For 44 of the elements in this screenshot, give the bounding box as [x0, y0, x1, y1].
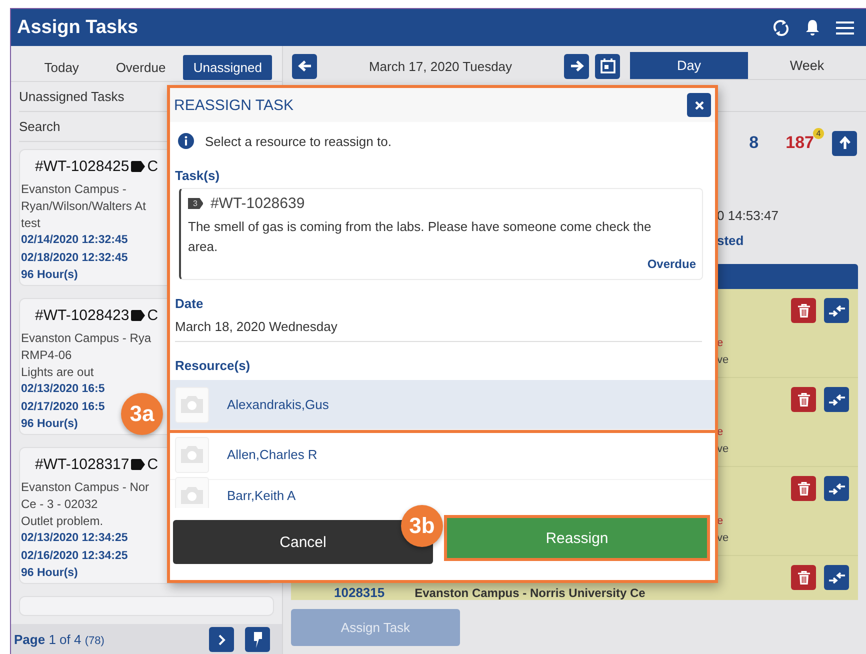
task-duration: 96 Hour(s): [21, 566, 78, 581]
task-text: Evanston Campus - Rya: [21, 330, 152, 347]
dialog-title: REASSIGN TASK: [174, 96, 294, 114]
task-duration: 96 Hour(s): [21, 268, 78, 283]
task-code: C: [147, 158, 158, 174]
task-date: 02/13/2020 12:34:25: [21, 531, 128, 546]
current-date: March 17, 2020 Tuesday: [368, 58, 514, 74]
task-number: 1028315: [334, 585, 385, 601]
task-text: test: [21, 215, 40, 232]
task-id: #WT-1028317: [35, 456, 130, 472]
task-date: 02/14/2020 12:32:45: [21, 233, 128, 248]
overdue-count: 187: [786, 133, 814, 153]
row-note-text: ve: [717, 353, 730, 368]
task-status: Overdue: [647, 257, 696, 271]
task-duration: 96 Hour(s): [21, 417, 78, 432]
task-count: 8: [749, 133, 759, 153]
row-note-text: ve: [717, 442, 730, 457]
task-location: Evanston Campus - Norris University Ce: [414, 585, 646, 601]
status-text: sted: [717, 233, 744, 248]
task-text: Outlet problem.: [21, 513, 104, 530]
info-text: Select a resource to reassign to.: [205, 134, 392, 148]
section-label: Task(s): [174, 167, 221, 185]
list-title: Unassigned Tasks: [19, 89, 124, 104]
task-date: 02/17/2020 16:5: [21, 400, 105, 414]
task-text: Evanston Campus - Nor: [21, 479, 150, 496]
task-code: C: [147, 306, 158, 324]
task-date: 02/18/2020 12:32:45: [21, 250, 128, 266]
task-id: #WT-1028425: [35, 158, 130, 174]
task-text: Lights are out: [21, 364, 94, 381]
count-badge: 4: [813, 128, 824, 139]
task-text: RMP4-06: [21, 347, 72, 364]
task-text: Ce - 3 - 02032: [21, 496, 98, 513]
task-code: C: [147, 456, 158, 472]
section-label: Resource(s): [174, 357, 252, 375]
task-text: Evanston Campus -: [21, 181, 126, 198]
task-date: 02/16/2020 12:34:25: [21, 548, 128, 564]
priority-tag: 3: [188, 198, 204, 209]
app-title: Assign Tasks: [17, 16, 138, 38]
page-label: Page 1 of 4 (78): [14, 632, 106, 647]
task-text: Ryan/Wilson/Walters At: [21, 198, 146, 215]
task-id: #WT-1028423: [35, 306, 130, 324]
row-note-text: ve: [717, 531, 730, 546]
task-date: 02/13/2020 16:5: [21, 382, 105, 397]
section-label: Date: [174, 295, 204, 313]
